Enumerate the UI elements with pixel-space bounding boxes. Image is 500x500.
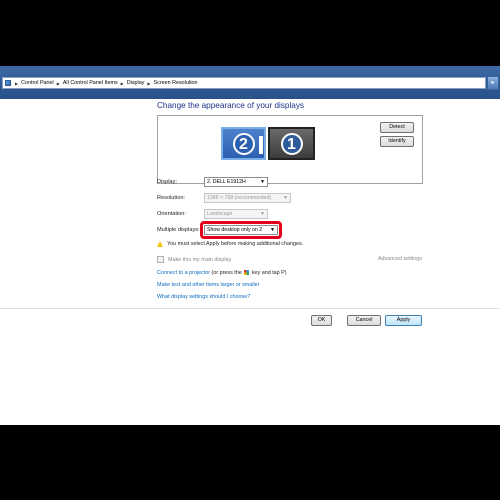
text-size-link[interactable]: Make text and other items larger or smal…	[157, 282, 259, 288]
projector-text-after: key and tap P)	[250, 270, 287, 276]
page-title: Change the appearance of your displays	[157, 101, 305, 110]
display-dropdown[interactable]: 2. DELL E1912H ▼	[204, 177, 268, 187]
highlight-annotation	[200, 221, 282, 239]
dropdown-arrow-icon: ▼	[260, 179, 265, 185]
breadcrumb-all-items[interactable]: All Control Panel Items	[63, 80, 118, 86]
ok-button[interactable]: OK	[311, 315, 332, 326]
breadcrumb-arrow-icon[interactable]: ▶	[121, 81, 124, 86]
advanced-settings-link[interactable]: Advanced settings	[378, 256, 422, 262]
warning-icon	[157, 241, 163, 247]
breadcrumb-control-panel[interactable]: Control Panel	[21, 80, 54, 86]
warning-text: You must select Apply before making addi…	[167, 241, 304, 247]
taskbar-indicator	[259, 136, 263, 154]
cancel-button[interactable]: Cancel	[347, 315, 381, 326]
monitor-2[interactable]: 2	[221, 127, 266, 160]
projector-text-before: (or press the	[210, 270, 244, 276]
dropdown-arrow-icon: ▼	[283, 195, 288, 201]
display-value: 2. DELL E1912H	[207, 179, 246, 185]
resolution-label: Resolution:	[157, 195, 185, 201]
address-bar-area: ▶ Control Panel ▶ All Control Panel Item…	[0, 66, 500, 99]
main-display-label: Make this my main display	[168, 256, 232, 263]
display-settings-help-link[interactable]: What display settings should I choose?	[157, 294, 250, 300]
address-go-button[interactable]: ▸	[487, 76, 499, 90]
breadcrumb-arrow-icon[interactable]: ▶	[15, 81, 18, 86]
monitor-1-number: 1	[280, 132, 303, 155]
windows-key-icon	[244, 270, 250, 275]
detect-button[interactable]: Detect	[380, 122, 414, 133]
breadcrumb-screen-resolution[interactable]: Screen Resolution	[154, 80, 198, 86]
apply-button[interactable]: Apply	[385, 315, 422, 326]
display-preview: 2 1 Detect Identify	[157, 115, 423, 184]
orientation-dropdown[interactable]: Landscape ▼	[204, 209, 268, 219]
monitor-1[interactable]: 1	[268, 127, 315, 160]
apply-warning: You must select Apply before making addi…	[157, 241, 303, 247]
screen-resolution-window: ▶ Control Panel ▶ All Control Panel Item…	[0, 66, 500, 425]
dropdown-arrow-icon: ▼	[260, 211, 265, 217]
multiple-displays-label: Multiple displays:	[157, 227, 200, 233]
identify-button[interactable]: Identify	[380, 136, 414, 147]
address-bar[interactable]: ▶ Control Panel ▶ All Control Panel Item…	[2, 77, 486, 89]
breadcrumb-display[interactable]: Display	[127, 80, 145, 86]
display-label: Display:	[157, 179, 177, 185]
connect-projector-link[interactable]: Connect to a projector	[157, 270, 210, 276]
resolution-value: 1366 × 768 (recommended)	[207, 195, 272, 201]
resolution-dropdown[interactable]: 1366 × 768 (recommended) ▼	[204, 193, 291, 203]
projector-line: Connect to a projector (or press the key…	[157, 270, 287, 276]
control-panel-icon	[5, 80, 11, 86]
divider	[0, 308, 500, 309]
main-display-checkbox[interactable]	[157, 256, 164, 263]
orientation-label: Orientation:	[157, 211, 186, 217]
breadcrumb-arrow-icon[interactable]: ▶	[147, 81, 150, 86]
orientation-value: Landscape	[207, 211, 233, 217]
monitor-2-number: 2	[232, 132, 255, 155]
breadcrumb-arrow-icon[interactable]: ▶	[57, 81, 60, 86]
main-display-option[interactable]: Make this my main display	[157, 256, 231, 263]
